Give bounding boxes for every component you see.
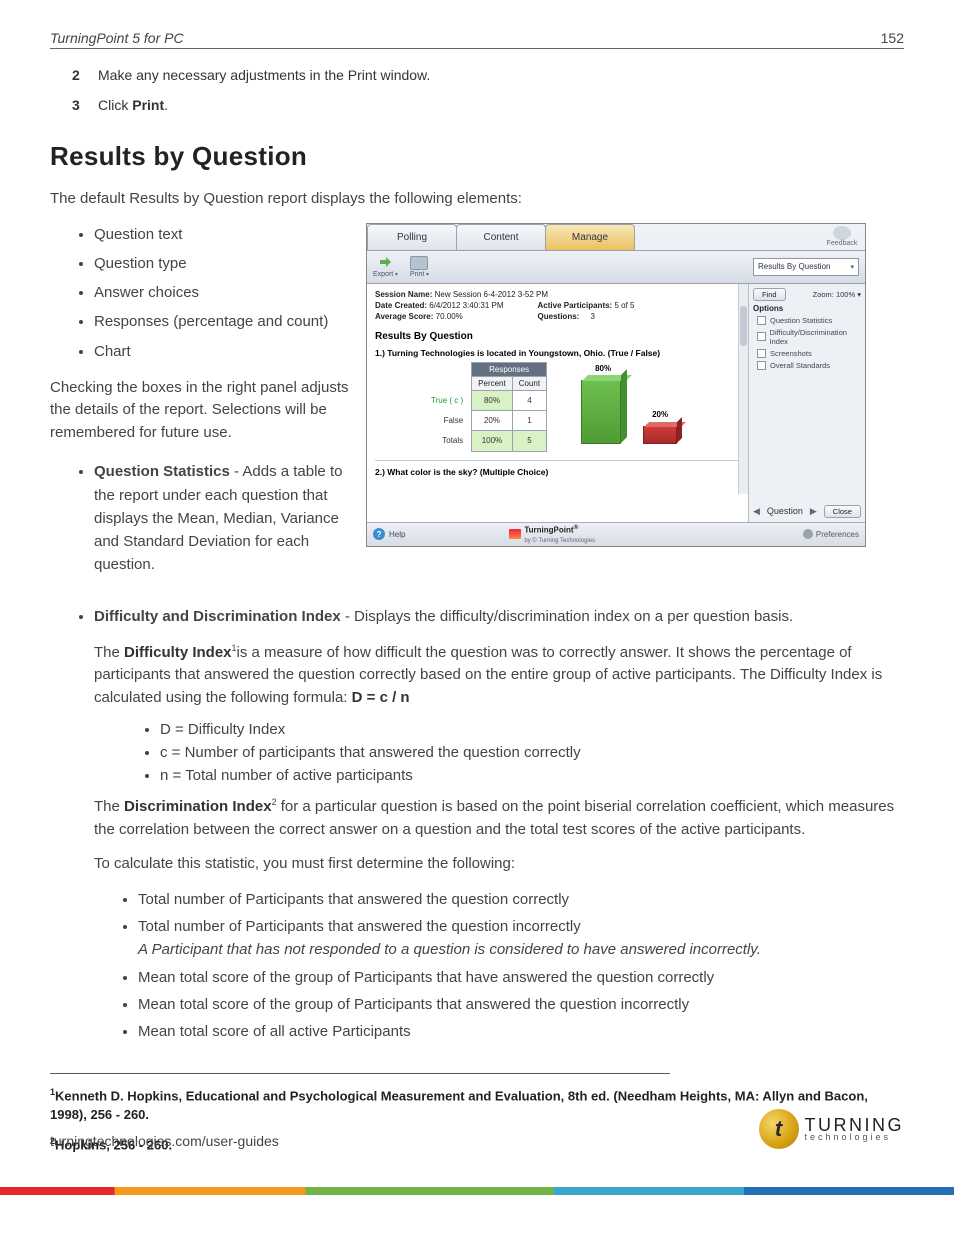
selection-note: Checking the boxes in the right panel ad…	[50, 377, 350, 445]
scroll-thumb[interactable]	[740, 306, 747, 346]
feedback-icon	[833, 226, 851, 240]
chevron-down-icon: ▾	[850, 263, 854, 271]
page-number: 152	[881, 30, 904, 46]
footnote-rule	[50, 1073, 670, 1074]
table-row: Totals 100% 5	[425, 431, 547, 451]
export-button[interactable]: Export	[373, 256, 398, 278]
question-nav-label: Question	[767, 506, 803, 516]
list-item: Answer choices	[94, 281, 350, 304]
difficulty-paragraph: The Difficulty Index1is a measure of how…	[50, 642, 904, 710]
close-button[interactable]: Close	[824, 505, 861, 518]
intro-text: The default Results by Question report d…	[50, 188, 904, 211]
question-2-text: 2.) What color is the sky? (Multiple Cho…	[375, 460, 740, 477]
prev-question-icon[interactable]: ◀	[753, 506, 760, 517]
checkbox-icon	[757, 361, 766, 370]
turning-technologies-logo: t TURNING technologies	[759, 1109, 905, 1149]
scrollbar[interactable]	[738, 284, 748, 494]
discrimination-lead: To calculate this statistic, you must fi…	[50, 853, 904, 876]
checkbox-overall-standards[interactable]: Overall Standards	[753, 361, 861, 370]
app-footer: ? Help TurningPoint®by © Turning Technol…	[367, 522, 865, 546]
list-item: D = Difficulty Index	[160, 721, 904, 738]
options-list-continued: Difficulty and Discrimination Index - Di…	[50, 605, 904, 628]
list-item: Question type	[94, 252, 350, 275]
tab-polling[interactable]: Polling	[367, 224, 457, 250]
question-1-text: 1.) Turning Technologies is located in Y…	[375, 348, 740, 358]
options-panel: Find Zoom: 100% ▾ Options Question Stati…	[749, 284, 865, 522]
list-item: Responses (percentage and count)	[94, 310, 350, 333]
footer-url: turningtechnologies.com/user-guides	[50, 1133, 279, 1149]
bar-true	[581, 380, 621, 444]
logo-badge-icon: t	[759, 1109, 799, 1149]
checkbox-screenshots[interactable]: Screenshots	[753, 349, 861, 358]
checkbox-question-statistics[interactable]: Question Statistics	[753, 316, 861, 325]
checkbox-icon	[757, 349, 766, 358]
list-item: Total number of Participants that answer…	[138, 915, 904, 962]
page-header: TurningPoint 5 for PC 152	[50, 30, 904, 49]
step-number: 3	[72, 97, 98, 113]
discrimination-paragraph: The Discrimination Index2 for a particul…	[50, 796, 904, 841]
step-text: Make any necessary adjustments in the Pr…	[98, 67, 430, 83]
page-footer: turningtechnologies.com/user-guides t TU…	[50, 1109, 904, 1149]
report-content: Session Name: New Session 6-4-2012 3-52 …	[367, 284, 749, 522]
checkbox-icon	[757, 316, 766, 325]
option-question-statistics: Question Statistics - Adds a table to th…	[94, 460, 350, 576]
turningpoint-logo: TurningPoint®by © Turning Technologies	[509, 524, 595, 544]
list-item: Chart	[94, 340, 350, 363]
next-question-icon[interactable]: ▶	[810, 506, 817, 517]
gear-icon	[803, 529, 813, 539]
step-2: 2 Make any necessary adjustments in the …	[72, 67, 904, 83]
print-icon	[410, 256, 428, 270]
responses-chart: 80% 20%	[567, 362, 697, 452]
logo-icon	[509, 529, 521, 539]
options-list: Question Statistics - Adds a table to th…	[50, 460, 350, 576]
decorative-stripe	[0, 1187, 954, 1195]
step-number: 2	[72, 67, 98, 83]
discrimination-list: Total number of Participants that answer…	[50, 888, 904, 1044]
list-item: n = Total number of active participants	[160, 767, 904, 784]
section-title: Results by Question	[50, 141, 904, 172]
difficulty-definitions: D = Difficulty Index c = Number of parti…	[50, 721, 904, 784]
bar-false	[643, 426, 677, 444]
help-label[interactable]: Help	[389, 530, 405, 539]
tab-manage[interactable]: Manage	[545, 224, 635, 250]
steps-list: 2 Make any necessary adjustments in the …	[50, 67, 904, 113]
responses-table: Responses PercentCount True ( c ) 80% 4	[425, 362, 547, 452]
zoom-control[interactable]: Zoom: 100% ▾	[813, 290, 861, 299]
find-button[interactable]: Find	[753, 288, 786, 301]
step-text: Click Print.	[98, 97, 168, 113]
print-button[interactable]: Print	[410, 256, 429, 278]
tab-content[interactable]: Content	[456, 224, 546, 250]
checkbox-icon	[757, 332, 766, 341]
preferences-button[interactable]: Preferences	[803, 529, 859, 539]
report-subtitle: Results By Question	[375, 331, 740, 342]
step-3: 3 Click Print.	[72, 97, 904, 113]
list-item: Total number of Participants that answer…	[138, 888, 904, 911]
help-icon[interactable]: ?	[373, 528, 385, 540]
table-row: True ( c ) 80% 4	[425, 390, 547, 410]
list-item: Mean total score of all active Participa…	[138, 1020, 904, 1043]
option-difficulty-discrimination: Difficulty and Discrimination Index - Di…	[94, 605, 904, 628]
export-icon	[376, 256, 394, 270]
elements-list: Question text Question type Answer choic…	[50, 223, 350, 363]
report-type-dropdown[interactable]: Results By Question ▾	[753, 258, 859, 276]
list-item: Mean total score of the group of Partici…	[138, 966, 904, 989]
app-screenshot: Polling Content Manage Feedback Export	[366, 223, 866, 547]
checkbox-difficulty-discrimination[interactable]: Difficulty/Discrimination Index	[753, 328, 861, 346]
feedback-button[interactable]: Feedback	[819, 224, 865, 250]
list-item: Question text	[94, 223, 350, 246]
options-heading: Options	[753, 304, 861, 313]
list-item: Mean total score of the group of Partici…	[138, 993, 904, 1016]
table-row: False 20% 1	[425, 410, 547, 430]
list-item: c = Number of participants that answered…	[160, 744, 904, 761]
doc-title: TurningPoint 5 for PC	[50, 30, 184, 46]
